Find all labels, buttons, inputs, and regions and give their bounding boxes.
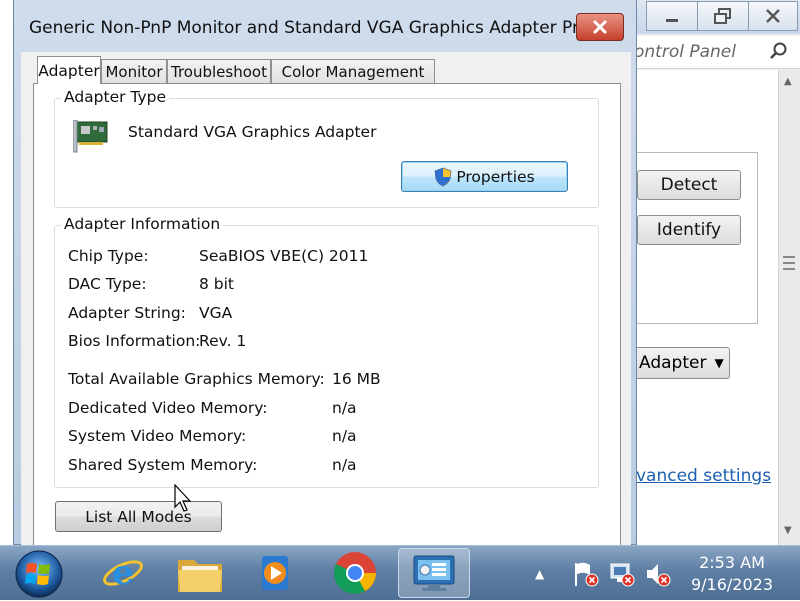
- system-memory-label: System Video Memory:: [68, 427, 247, 445]
- start-button[interactable]: [14, 549, 64, 599]
- close-icon: [592, 19, 608, 35]
- detect-button[interactable]: Detect: [637, 170, 741, 200]
- clock-time: 2:53 AM: [699, 553, 765, 572]
- volume-muted-icon[interactable]: [644, 560, 672, 588]
- dialog-title: Generic Non-PnP Monitor and Standard VGA…: [29, 18, 605, 38]
- dropdown-arrow-icon: ▼: [714, 356, 724, 370]
- minimize-icon: [666, 18, 678, 22]
- address-text: ontrol Panel: [634, 42, 736, 62]
- system-memory-value: n/a: [332, 427, 357, 445]
- display-settings-icon: [413, 555, 455, 591]
- system-clock[interactable]: 2:53 AM 9/16/2023: [680, 552, 784, 596]
- tab-adapter[interactable]: Adapter: [37, 56, 101, 84]
- dedicated-memory-label: Dedicated Video Memory:: [68, 399, 268, 417]
- properties-button-label: Properties: [456, 167, 535, 186]
- restore-icon: [714, 8, 731, 24]
- shared-memory-value: n/a: [332, 456, 357, 474]
- taskbar-internet-explorer[interactable]: e: [93, 548, 153, 598]
- vertical-scrollbar[interactable]: ▲ ▼: [778, 70, 800, 545]
- list-all-modes-button[interactable]: List All Modes: [55, 501, 222, 532]
- dac-type-value: 8 bit: [199, 275, 235, 293]
- close-icon: [766, 9, 780, 23]
- svg-text:e: e: [112, 553, 134, 593]
- display-combo-value: Adapter: [639, 353, 707, 373]
- display-combo[interactable]: Adapter ▼: [630, 347, 730, 379]
- adapter-type-legend: Adapter Type: [61, 88, 170, 106]
- tab-color-management[interactable]: Color Management: [271, 59, 435, 83]
- network-disconnected-icon[interactable]: [608, 560, 636, 588]
- minimize-button[interactable]: [646, 1, 698, 31]
- adapter-string-label: Adapter String:: [68, 304, 186, 322]
- scroll-thumb-grip[interactable]: [783, 256, 795, 270]
- adapter-information-group: Adapter Information Chip Type: SeaBIOS V…: [54, 215, 599, 488]
- adapter-name: Standard VGA Graphics Adapter: [128, 123, 377, 141]
- scroll-down-icon[interactable]: ▼: [784, 525, 792, 536]
- maximize-button[interactable]: [697, 1, 749, 31]
- close-button[interactable]: [748, 1, 798, 31]
- folder-icon: [178, 560, 222, 592]
- uac-shield-icon: [434, 167, 452, 186]
- tab-monitor[interactable]: Monitor: [101, 59, 167, 83]
- taskbar-media-player[interactable]: [245, 548, 305, 598]
- taskbar-display-settings[interactable]: [398, 548, 470, 598]
- adapter-string-value: VGA: [199, 304, 233, 322]
- dac-type-label: DAC Type:: [68, 275, 147, 293]
- action-center-flag-icon[interactable]: [572, 560, 600, 588]
- adapter-tab-panel: Adapter Type Standard VGA Graphics Adapt…: [33, 83, 621, 545]
- dialog-body: Adapter Monitor Troubleshoot Color Manag…: [21, 52, 631, 545]
- dialog-close-button[interactable]: [576, 13, 624, 41]
- chip-type-label: Chip Type:: [68, 247, 149, 265]
- mouse-cursor-icon: [174, 484, 192, 512]
- display-preview-group: Detect Identify: [620, 152, 758, 324]
- advanced-settings-link[interactable]: vanced settings: [636, 466, 771, 486]
- notification-area: ▲: [535, 546, 544, 601]
- taskbar-chrome[interactable]: [325, 548, 385, 598]
- search-icon[interactable]: [768, 41, 788, 61]
- adapter-properties-dialog: Generic Non-PnP Monitor and Standard VGA…: [13, 0, 637, 545]
- graphics-card-icon: [73, 120, 108, 153]
- identify-button[interactable]: Identify: [637, 215, 741, 245]
- adapter-information-legend: Adapter Information: [61, 215, 224, 233]
- scroll-up-icon[interactable]: ▲: [784, 76, 792, 87]
- internet-explorer-icon: e: [103, 553, 143, 593]
- taskbar: e ▲ 2:53 AM 9/16/2023: [0, 545, 800, 600]
- shared-memory-label: Shared System Memory:: [68, 456, 258, 474]
- properties-button[interactable]: Properties: [401, 161, 568, 192]
- show-hidden-icons-icon[interactable]: ▲: [535, 567, 544, 581]
- adapter-type-group: Adapter Type Standard VGA Graphics Adapt…: [54, 88, 599, 208]
- chrome-icon: [333, 552, 376, 594]
- total-memory-value: 16 MB: [332, 370, 381, 388]
- bios-information-label: Bios Information:: [68, 332, 201, 350]
- clock-date: 9/16/2023: [690, 575, 774, 594]
- taskbar-file-explorer[interactable]: [170, 548, 230, 598]
- dedicated-memory-value: n/a: [332, 399, 357, 417]
- bios-information-value: Rev. 1: [199, 332, 247, 350]
- chip-type-value: SeaBIOS VBE(C) 2011: [199, 247, 369, 265]
- total-memory-label: Total Available Graphics Memory:: [68, 370, 325, 388]
- media-player-icon: [262, 556, 288, 590]
- tab-troubleshoot[interactable]: Troubleshoot: [167, 59, 271, 83]
